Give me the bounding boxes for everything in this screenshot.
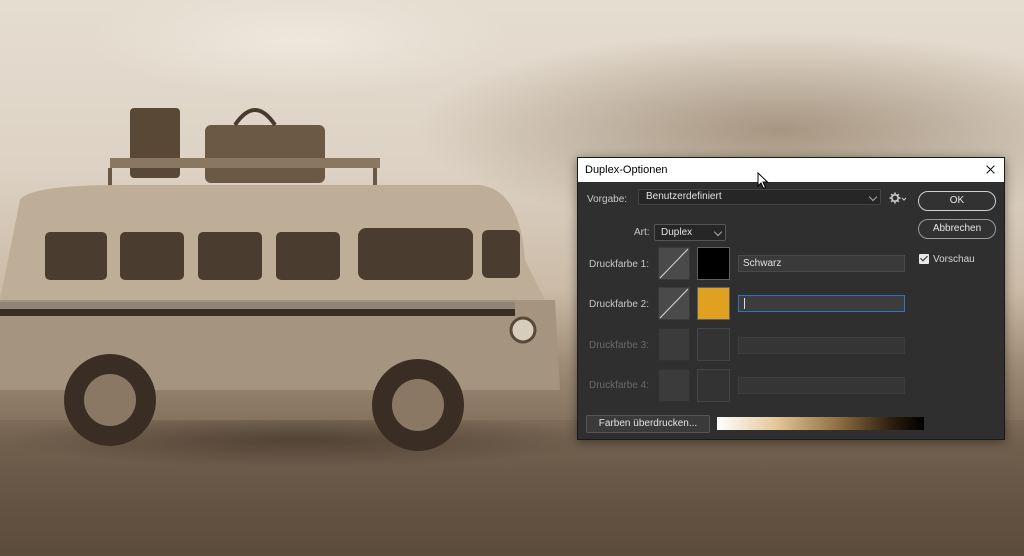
- preset-value: Benutzerdefiniert: [646, 191, 722, 202]
- ink-4-name-field: [738, 377, 905, 394]
- ink-2-curve[interactable]: [658, 287, 690, 320]
- dialog-title: Duplex-Optionen: [585, 164, 668, 176]
- ok-button[interactable]: OK: [918, 191, 996, 211]
- overprint-colors-button[interactable]: Farben überdrucken...: [586, 415, 710, 433]
- ink-1-curve[interactable]: [658, 247, 690, 280]
- cancel-button[interactable]: Abbrechen: [918, 219, 996, 239]
- type-label: Art:: [634, 227, 650, 238]
- ink-2-name-field[interactable]: [738, 295, 905, 312]
- ink-4-swatch: [697, 369, 730, 402]
- text-caret: [744, 297, 745, 309]
- type-select[interactable]: Duplex: [654, 224, 726, 241]
- chevron-down-icon: [868, 192, 878, 202]
- ink-1-swatch[interactable]: [697, 247, 730, 280]
- ink-4-label: Druckfarbe 4:: [589, 380, 650, 391]
- ink-4-curve: [658, 369, 690, 402]
- ink-2-swatch[interactable]: [697, 287, 730, 320]
- curve-diagonal-icon: [659, 288, 689, 319]
- ink-3-label: Druckfarbe 3:: [589, 340, 650, 351]
- gear-icon[interactable]: [889, 191, 907, 205]
- chevron-down-icon: [713, 227, 723, 237]
- preview-checkbox[interactable]: [919, 254, 929, 264]
- curve-diagonal-icon: [659, 248, 689, 279]
- type-value: Duplex: [661, 227, 693, 238]
- duplex-options-dialog: Duplex-Optionen Vorgabe: Benutzerdefinie…: [577, 157, 1005, 440]
- ink-1-name-field[interactable]: Schwarz: [738, 255, 905, 272]
- mouse-pointer-icon: [757, 172, 769, 190]
- preset-select[interactable]: Benutzerdefiniert: [638, 189, 881, 205]
- close-icon[interactable]: [976, 158, 1004, 182]
- ink-3-curve: [658, 328, 690, 361]
- preset-label: Vorgabe:: [587, 194, 628, 205]
- ink-3-swatch: [697, 328, 730, 361]
- duplex-gradient-preview: [717, 417, 924, 430]
- ink-2-label: Druckfarbe 2:: [589, 299, 650, 310]
- ink-3-name-field: [738, 337, 905, 354]
- ink-1-name: Schwarz: [743, 258, 782, 269]
- dialog-titlebar[interactable]: Duplex-Optionen: [578, 158, 1004, 182]
- ink-1-label: Druckfarbe 1:: [589, 259, 650, 270]
- preview-label: Vorschau: [933, 254, 975, 265]
